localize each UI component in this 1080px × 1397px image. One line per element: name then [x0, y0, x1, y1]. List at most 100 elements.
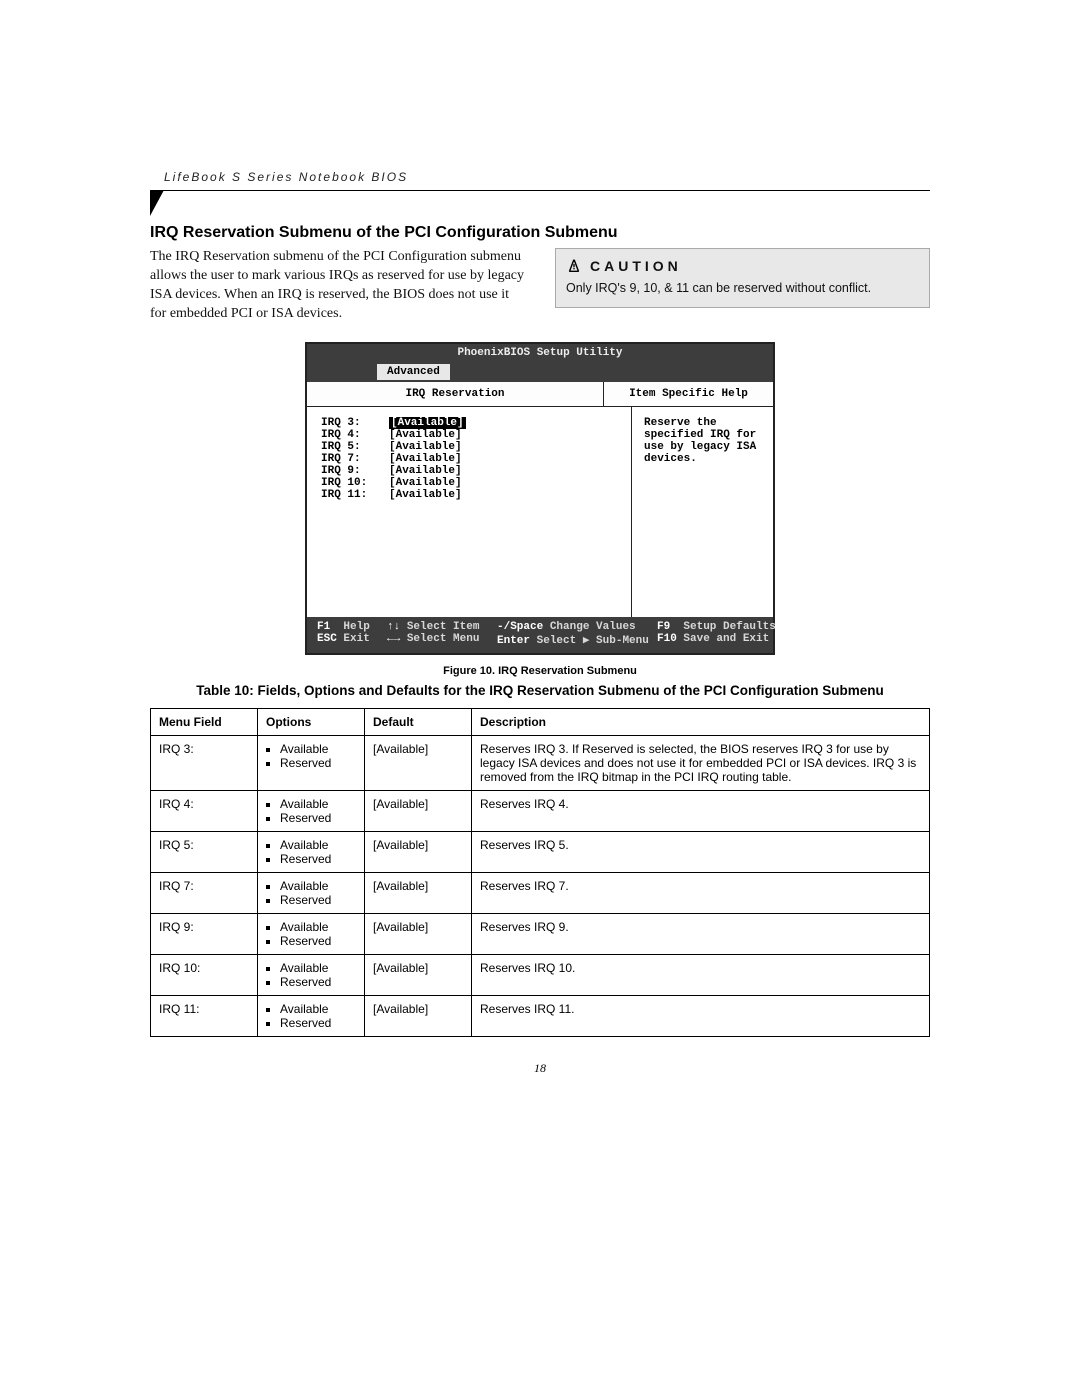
table-row: IRQ 5:AvailableReserved[Available]Reserv…: [151, 831, 930, 872]
cell-description: Reserves IRQ 9.: [472, 913, 930, 954]
bios-irq-value[interactable]: [Available]: [389, 417, 466, 429]
cell-description: Reserves IRQ 7.: [472, 872, 930, 913]
bios-irq-row[interactable]: IRQ 4: [Available]: [321, 429, 617, 441]
action-select-menu: Select Menu: [407, 633, 480, 645]
cell-default: [Available]: [365, 954, 472, 995]
table-row: IRQ 11:AvailableReserved[Available]Reser…: [151, 995, 930, 1036]
cell-menu-field: IRQ 11:: [151, 995, 258, 1036]
cell-description: Reserves IRQ 4.: [472, 790, 930, 831]
action-select-submenu: Select ▶ Sub-Menu: [537, 635, 649, 647]
table-row: IRQ 10:AvailableReserved[Available]Reser…: [151, 954, 930, 995]
caution-icon: [566, 258, 582, 274]
bios-footer: F1 Help ↑↓ Select Item -/Space Change Va…: [307, 617, 773, 653]
key-enter: Enter: [497, 635, 530, 647]
option-item: Reserved: [280, 852, 356, 866]
option-item: Reserved: [280, 975, 356, 989]
bios-irq-list: IRQ 3:[Available]IRQ 4:[Available]IRQ 5:…: [307, 407, 632, 617]
table-row: IRQ 9:AvailableReserved[Available]Reserv…: [151, 913, 930, 954]
caution-label: CAUTION: [590, 257, 682, 276]
option-item: Reserved: [280, 811, 356, 825]
cell-description: Reserves IRQ 11.: [472, 995, 930, 1036]
caution-box: CAUTION Only IRQ's 9, 10, & 11 can be re…: [555, 248, 930, 308]
bios-irq-value[interactable]: [Available]: [389, 489, 462, 501]
cell-menu-field: IRQ 4:: [151, 790, 258, 831]
intro-paragraph: The IRQ Reservation submenu of the PCI C…: [150, 248, 525, 324]
cell-menu-field: IRQ 10:: [151, 954, 258, 995]
action-save-exit: Save and Exit: [683, 633, 769, 645]
cell-menu-field: IRQ 9:: [151, 913, 258, 954]
table-row: IRQ 4:AvailableReserved[Available]Reserv…: [151, 790, 930, 831]
bios-irq-value[interactable]: [Available]: [389, 441, 462, 453]
option-item: Available: [280, 797, 356, 811]
cell-options: AvailableReserved: [258, 954, 365, 995]
cell-description: Reserves IRQ 10.: [472, 954, 930, 995]
bios-irq-row[interactable]: IRQ 10: [Available]: [321, 477, 617, 489]
bios-irq-label: IRQ 5:: [321, 441, 377, 453]
bios-irq-value[interactable]: [Available]: [389, 453, 462, 465]
table-row: IRQ 7:AvailableReserved[Available]Reserv…: [151, 872, 930, 913]
key-f1: F1: [317, 621, 330, 633]
cell-options: AvailableReserved: [258, 913, 365, 954]
caution-text: Only IRQ's 9, 10, & 11 can be reserved w…: [566, 280, 919, 297]
option-item: Available: [280, 961, 356, 975]
bios-pane-title-right: Item Specific Help: [604, 382, 773, 406]
action-select-item: Select Item: [407, 621, 480, 633]
bios-irq-value[interactable]: [Available]: [389, 465, 462, 477]
cell-options: AvailableReserved: [258, 872, 365, 913]
cell-default: [Available]: [365, 913, 472, 954]
cell-options: AvailableReserved: [258, 735, 365, 790]
header-rule: [150, 190, 930, 216]
cell-default: [Available]: [365, 790, 472, 831]
key-f10: F10: [657, 633, 677, 645]
bios-tab-advanced[interactable]: Advanced: [377, 364, 450, 380]
option-item: Available: [280, 838, 356, 852]
bios-panel: PhoenixBIOS Setup Utility Advanced IRQ R…: [305, 342, 775, 655]
option-item: Reserved: [280, 934, 356, 948]
figure-caption: Figure 10. IRQ Reservation Submenu: [150, 665, 930, 677]
bios-irq-value[interactable]: [Available]: [389, 429, 462, 441]
cell-options: AvailableReserved: [258, 831, 365, 872]
table-row: IRQ 3:AvailableReserved[Available]Reserv…: [151, 735, 930, 790]
bios-pane-title-left: IRQ Reservation: [307, 382, 604, 406]
bios-tab-row: Advanced: [307, 362, 773, 382]
page-number: 18: [150, 1061, 930, 1076]
bios-irq-row[interactable]: IRQ 9: [Available]: [321, 465, 617, 477]
cell-options: AvailableReserved: [258, 995, 365, 1036]
bios-irq-value[interactable]: [Available]: [389, 477, 462, 489]
irq-table: Menu Field Options Default Description I…: [150, 708, 930, 1037]
cell-default: [Available]: [365, 735, 472, 790]
bios-title: PhoenixBIOS Setup Utility: [307, 344, 773, 362]
cell-default: [Available]: [365, 872, 472, 913]
option-item: Available: [280, 920, 356, 934]
bios-irq-row[interactable]: IRQ 11:[Available]: [321, 489, 617, 501]
running-head: LifeBook S Series Notebook BIOS: [150, 170, 930, 184]
bios-irq-row[interactable]: IRQ 3: [Available]: [321, 417, 617, 429]
bios-help-text: Reserve the specified IRQ for use by leg…: [632, 407, 773, 617]
action-help: Help: [343, 621, 369, 633]
cell-description: Reserves IRQ 3. If Reserved is selected,…: [472, 735, 930, 790]
section-title: IRQ Reservation Submenu of the PCI Confi…: [150, 224, 930, 242]
action-setup-defaults: Setup Defaults: [683, 621, 775, 633]
cell-options: AvailableReserved: [258, 790, 365, 831]
key-leftright: ←→: [387, 633, 400, 645]
cell-menu-field: IRQ 7:: [151, 872, 258, 913]
table-title: Table 10: Fields, Options and Defaults f…: [150, 683, 930, 698]
action-exit: Exit: [343, 633, 369, 645]
cell-menu-field: IRQ 3:: [151, 735, 258, 790]
bios-irq-row[interactable]: IRQ 7:[Available]: [321, 453, 617, 465]
cell-default: [Available]: [365, 831, 472, 872]
col-menu-field: Menu Field: [151, 708, 258, 735]
option-item: Available: [280, 1002, 356, 1016]
col-description: Description: [472, 708, 930, 735]
bios-irq-label: IRQ 4:: [321, 429, 377, 441]
option-item: Reserved: [280, 756, 356, 770]
key-minus-space: -/Space: [497, 621, 543, 633]
action-change-values: Change Values: [550, 621, 636, 633]
cell-default: [Available]: [365, 995, 472, 1036]
bios-irq-label: IRQ 3:: [321, 417, 377, 429]
bios-irq-label: IRQ 9:: [321, 465, 377, 477]
bios-irq-label: IRQ 10:: [321, 477, 377, 489]
key-updown: ↑↓: [387, 621, 400, 633]
bios-irq-row[interactable]: IRQ 5: [Available]: [321, 441, 617, 453]
key-esc: ESC: [317, 633, 337, 645]
